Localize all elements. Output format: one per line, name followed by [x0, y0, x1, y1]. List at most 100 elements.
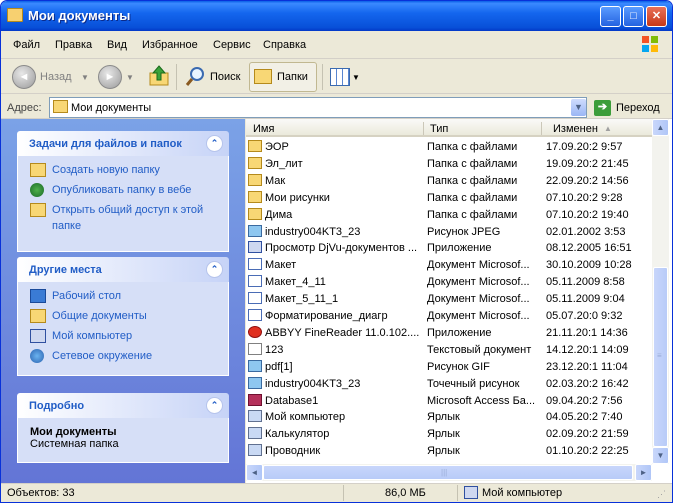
back-icon[interactable]: ◄	[12, 65, 36, 89]
views-icon[interactable]	[330, 68, 350, 86]
back-button-label[interactable]: Назад	[40, 71, 72, 83]
file-name[interactable]: Калькулятор	[248, 426, 423, 443]
column-type[interactable]: Тип	[430, 123, 448, 135]
file-name[interactable]: Макет_5_11_1	[248, 291, 423, 308]
file-row[interactable]: Мои рисунки Папка с файлами 07.10.20:2 9:2…	[246, 190, 652, 207]
menu-file[interactable]: Файл	[13, 39, 40, 51]
file-name[interactable]: Просмотр DjVu-документов ...	[248, 240, 423, 257]
file-row[interactable]: Макет_4_11 Документ Microsof... 05.11.2009…	[246, 274, 652, 291]
place-desktop[interactable]: Рабочий стол	[18, 288, 228, 308]
file-name[interactable]: industry004KT3_23	[248, 224, 423, 241]
file-name-text: Мои рисунки	[265, 191, 330, 204]
explorer-window: Мои документы _ □ ✕ Файл Правка Вид Избр…	[0, 0, 673, 503]
file-name[interactable]: Макет	[248, 257, 423, 274]
file-row[interactable]: 123 Текстовый документ 14.12.20:1 14:09	[246, 342, 652, 359]
menu-view[interactable]: Вид	[107, 39, 127, 51]
back-dropdown-icon[interactable]: ▼	[81, 73, 89, 82]
shortcut-icon	[248, 410, 262, 423]
file-name-text: 123	[265, 343, 284, 356]
file-modified: 19.09.20:2 21:45	[546, 157, 629, 170]
file-row[interactable]: Макет Документ Microsof... 30.10.2009 10:2…	[246, 257, 652, 274]
file-name[interactable]: pdf[1]	[248, 359, 423, 376]
file-row[interactable]: industry004KT3_23 Рисунок JPEG 02.01.2002 …	[246, 224, 652, 241]
task-pane: Задачи для файлов и папок ⌃ Создать нову…	[1, 119, 245, 483]
file-name[interactable]: Форматирование_диагр	[248, 308, 423, 325]
title-bar[interactable]: Мои документы _ □ ✕	[1, 1, 672, 31]
task-new-folder[interactable]: Создать новую папку	[18, 162, 228, 182]
scroll-up-button[interactable]: ▲	[652, 119, 669, 136]
menu-tools[interactable]: Сервис	[213, 39, 251, 51]
file-name[interactable]: Мои рисунки	[248, 190, 423, 207]
search-button-label[interactable]: Поиск	[210, 71, 240, 83]
other-places-header[interactable]: Другие места ⌃	[17, 257, 229, 282]
column-divider[interactable]	[541, 122, 542, 135]
address-dropdown-icon[interactable]: ▼	[571, 99, 586, 116]
file-row[interactable]: Форматирование_диагр Документ Microsof...…	[246, 308, 652, 325]
file-row[interactable]: Просмотр DjVu-документов ... Приложение 08…	[246, 240, 652, 257]
file-row[interactable]: Эл_лит Папка с файлами 19.09.20:2 21:45	[246, 156, 652, 173]
task-publish-web-label: Опубликовать папку в вебе	[52, 184, 192, 196]
file-name[interactable]: 123	[248, 342, 423, 359]
collapse-icon[interactable]: ⌃	[206, 135, 223, 152]
file-name[interactable]: ABBYY FineReader 11.0.102....	[248, 325, 423, 342]
file-name[interactable]: Проводник	[248, 443, 423, 460]
file-row[interactable]: ЭОР Папка с файлами 17.09.20:2 9:57	[246, 139, 652, 156]
forward-icon[interactable]: ►	[98, 65, 122, 89]
task-share-folder[interactable]: Открыть общий доступ к этой папке	[18, 202, 228, 234]
file-modified: 30.10.2009 10:28	[546, 259, 632, 272]
views-dropdown-icon[interactable]: ▼	[352, 73, 360, 82]
task-publish-web[interactable]: Опубликовать папку в вебе	[18, 182, 228, 202]
file-type: Ярлык	[427, 428, 460, 441]
file-row[interactable]: Мой компьютер Ярлык 04.05.20:2 7:40	[246, 409, 652, 426]
details-header[interactable]: Подробно ⌃	[17, 393, 229, 418]
file-name[interactable]: Эл_лит	[248, 156, 423, 173]
maximize-button[interactable]: □	[623, 6, 644, 27]
menu-help[interactable]: Справка	[263, 39, 306, 51]
file-name[interactable]: Мой компьютер	[248, 409, 423, 426]
file-modified: 08.12.2005 16:51	[546, 242, 632, 255]
column-name[interactable]: Имя	[253, 123, 274, 135]
scroll-right-button[interactable]: ►	[635, 464, 652, 481]
go-arrow-icon[interactable]: ➔	[594, 100, 611, 116]
file-name[interactable]: ЭОР	[248, 139, 423, 156]
forward-dropdown-icon[interactable]: ▼	[126, 73, 134, 82]
address-folder-icon	[53, 100, 68, 113]
file-name[interactable]: Database1	[248, 393, 423, 410]
file-row[interactable]: pdf[1] Рисунок GIF 23.12.20:1 11:04	[246, 359, 652, 376]
tasks-panel-header[interactable]: Задачи для файлов и папок ⌃	[17, 131, 229, 156]
column-modified[interactable]: Изменен	[553, 123, 598, 135]
place-my-computer[interactable]: Мой компьютер	[18, 328, 228, 348]
file-row[interactable]: ABBYY FineReader 11.0.102.... Приложение 2…	[246, 325, 652, 342]
file-row[interactable]: Database1 Microsoft Access Ба... 09.04.20:…	[246, 393, 652, 410]
file-name[interactable]: Макет_4_11	[248, 274, 423, 291]
horizontal-scroll-thumb[interactable]	[263, 465, 633, 480]
place-network[interactable]: Сетевое окружение	[18, 348, 228, 368]
column-divider[interactable]	[423, 122, 424, 135]
minimize-button[interactable]: _	[600, 6, 621, 27]
go-button-label[interactable]: Переход	[616, 102, 660, 114]
collapse-icon[interactable]: ⌃	[206, 261, 223, 278]
file-type: Рисунок JPEG	[427, 225, 501, 238]
file-row[interactable]: industry004KT3_23 Точечный рисунок 02.03.2…	[246, 376, 652, 393]
file-row[interactable]: Дима Папка с файлами 07.10.20:2 19:40	[246, 207, 652, 224]
search-icon[interactable]	[185, 65, 207, 87]
place-shared-docs[interactable]: Общие документы	[18, 308, 228, 328]
file-name[interactable]: Мак	[248, 173, 423, 190]
file-name-text: Мак	[265, 174, 286, 187]
menu-favorites[interactable]: Избранное	[142, 39, 198, 51]
menu-edit[interactable]: Правка	[55, 39, 92, 51]
file-row[interactable]: Макет_5_11_1 Документ Microsof... 05.11.20…	[246, 291, 652, 308]
file-row[interactable]: Мак Папка с файлами 22.09.20:2 14:56	[246, 173, 652, 190]
scroll-left-button[interactable]: ◄	[246, 464, 263, 481]
file-modified: 21.11.20:1 14:36	[546, 326, 628, 339]
file-name[interactable]: industry004KT3_23	[248, 376, 423, 393]
file-row[interactable]: Проводник Ярлык 01.10.20:2 22:25	[246, 443, 652, 460]
file-name[interactable]: Дима	[248, 207, 423, 224]
file-row[interactable]: Калькулятор Ярлык 02.09.20:2 21:59	[246, 426, 652, 443]
address-value[interactable]: Мои документы	[71, 102, 151, 114]
folder-up-icon[interactable]	[147, 64, 171, 88]
resize-grip-icon[interactable]: ⋰	[657, 489, 666, 500]
close-button[interactable]: ✕	[646, 6, 667, 27]
collapse-icon[interactable]: ⌃	[206, 397, 223, 414]
scroll-down-button[interactable]: ▼	[652, 447, 669, 464]
